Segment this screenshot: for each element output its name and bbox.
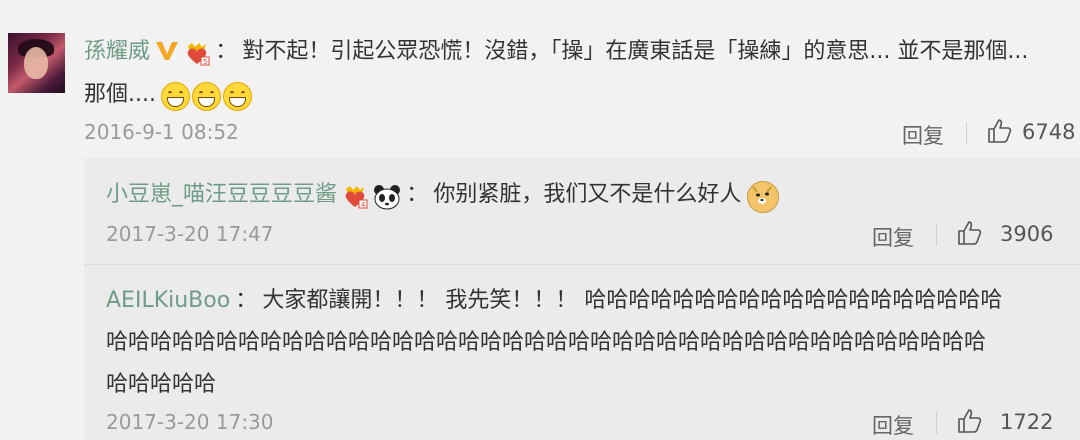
comment-timestamp: 2017-3-20 17:30 — [106, 410, 274, 434]
comment-2-header: 小豆崽_喵汪豆豆豆豆酱 4 ： 你别紧脏，我们又不是什么好人 — [106, 176, 779, 213]
comment-timestamp: 2017-3-20 17:47 — [106, 222, 274, 246]
comment-text: 對不起！引起公眾恐慌！沒錯，「操」在廣東話是「操練」的意思... 並不是那個..… — [242, 39, 1029, 64]
reply-button[interactable]: 回复 — [902, 120, 944, 150]
comment-text: 你别紧脏，我们又不是什么好人 — [433, 182, 742, 207]
thumbs-up-icon[interactable] — [956, 408, 982, 438]
reply-button[interactable]: 回复 — [872, 410, 914, 440]
username-link[interactable]: AEILKiuBoo — [106, 288, 230, 313]
verified-v-icon — [155, 40, 179, 68]
user-avatar[interactable] — [8, 33, 65, 93]
comment-text: 哈哈哈哈哈 — [106, 372, 217, 397]
comment-3-line2: 哈哈哈哈哈哈哈哈哈哈哈哈哈哈哈哈哈哈哈哈哈哈哈哈哈哈哈哈哈哈哈哈哈哈哈哈哈哈哈哈 — [106, 324, 986, 356]
reply-button[interactable]: 回复 — [872, 222, 914, 252]
grin-emoji-icon — [223, 82, 253, 111]
like-count: 1722 — [1000, 410, 1054, 434]
svg-text:5: 5 — [203, 58, 207, 66]
comment-3-line3: 哈哈哈哈哈 — [106, 366, 216, 398]
like-count: 3906 — [1000, 222, 1054, 246]
comment-timestamp: 2016-9-1 08:52 — [84, 120, 239, 144]
fan-badge-icon: 4 — [342, 185, 368, 209]
divider — [936, 224, 937, 246]
fan-badge-icon: 5 — [184, 42, 210, 66]
svg-text:4: 4 — [361, 201, 366, 209]
thumbs-up-icon[interactable] — [956, 220, 982, 250]
panda-icon — [373, 184, 401, 210]
comment-1-line2: 那個.... — [84, 76, 254, 111]
username-link[interactable]: 小豆崽_喵汪豆豆豆豆酱 — [106, 182, 337, 207]
comment-1-header: 孫耀威 5 ： 對不起！引起公眾恐慌！沒錯，「操」在廣東話是「操練」的意思...… — [84, 39, 1029, 68]
comment-3-line1: AEILKiuBoo ： 大家都讓開！！！ 我先笑！！！ 哈哈哈哈哈哈哈哈哈哈哈… — [106, 288, 1003, 313]
like-count: 6748 — [1022, 120, 1076, 144]
reply-divider — [84, 264, 1080, 265]
grin-emoji-icon — [161, 82, 191, 111]
comment-text: 那個.... — [84, 82, 156, 107]
thumbs-up-icon[interactable] — [986, 118, 1012, 148]
grin-emoji-icon — [192, 82, 222, 111]
doge-emoji-icon — [746, 180, 779, 213]
divider — [966, 122, 967, 144]
comment-text: 大家都讓開！！！ 我先笑！！！ 哈哈哈哈哈哈哈哈哈哈哈哈哈哈哈哈哈哈哈 — [262, 288, 1003, 313]
username-link[interactable]: 孫耀威 — [84, 39, 150, 64]
comment-text: 哈哈哈哈哈哈哈哈哈哈哈哈哈哈哈哈哈哈哈哈哈哈哈哈哈哈哈哈哈哈哈哈哈哈哈哈哈哈哈哈 — [106, 330, 987, 355]
divider — [936, 412, 937, 434]
